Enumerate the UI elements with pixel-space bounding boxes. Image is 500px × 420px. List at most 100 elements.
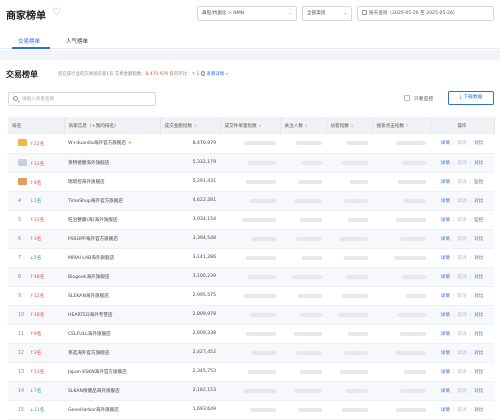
compare-or-monitor-link[interactable]: 监控 [474, 180, 483, 185]
category-select[interactable]: 鼻腔/抗菌化 > NMN ⌄ [197, 6, 297, 21]
compare-or-monitor-link[interactable]: 对比 [474, 332, 483, 337]
table-row[interactable]: 8 ↑48名 Biogeek海外旗舰店 3,100,239 详情 | 取消 | 对比 [8, 267, 494, 287]
cancel-link[interactable]: 取消 [457, 370, 466, 375]
shop-name[interactable]: 莱特德健海外旗舰店 [68, 161, 109, 166]
cancel-link[interactable]: 取消 [457, 161, 466, 166]
compare-or-monitor-link[interactable]: 对比 [474, 199, 483, 204]
compare-or-monitor-link[interactable]: 对比 [474, 294, 483, 299]
shop-name[interactable]: 旺治整康(海)海外旗舰店 [68, 218, 118, 223]
compare-or-monitor-link[interactable]: 对比 [474, 141, 483, 146]
cancel-link[interactable]: 取消 [457, 218, 466, 223]
shop-name-cell[interactable]: 瑞塔控海外旗舰店 [64, 172, 160, 192]
details-link[interactable]: 详情 [441, 256, 450, 261]
shop-name[interactable]: HEARTED海外专营店 [68, 313, 113, 318]
details-link[interactable]: 详情 [441, 237, 450, 242]
shop-name-cell[interactable]: SLEKAN海外旗舰店 [64, 286, 160, 306]
table-row[interactable]: ↑12名 莱特德健海外旗舰店 5,332,179 详情 | 取消 | 对比 [8, 153, 494, 173]
details-link[interactable]: 详情 [441, 332, 450, 337]
shop-name-cell[interactable]: TimeShop海外官方旗舰店 [64, 191, 160, 211]
table-row[interactable]: 5 ↑12名 旺治整康(海)海外旗舰店 3,934,154 详情 | 取消 | 监控 [8, 210, 494, 230]
details-link[interactable]: 详情 [441, 275, 450, 280]
date-range-select[interactable]: 按天查询（2025-05-26 至 2025-05-26） [357, 6, 494, 21]
shop-name[interactable]: SLEKAN海外旗舰店 [68, 294, 109, 299]
shop-name-cell[interactable]: SLKAN保健品海外旗舰店 [64, 381, 160, 401]
shop-search[interactable] [8, 92, 156, 106]
col-search-index[interactable]: 搜索点击指数 ⇅ [372, 117, 431, 134]
cancel-link[interactable]: 取消 [457, 313, 466, 318]
compare-or-monitor-link[interactable]: 对比 [474, 161, 483, 166]
shop-name[interactable]: TimeShop海外官方旗舰店 [68, 199, 123, 204]
cancel-link[interactable]: 取消 [457, 389, 466, 394]
heart-outline-icon[interactable]: ♡ [52, 7, 61, 18]
shop-name[interactable]: CELFULL海外旗舰店 [68, 332, 111, 337]
shop-name[interactable]: Japan KSKN海外官方旗舰店 [68, 370, 127, 375]
compare-or-monitor-link[interactable]: 对比 [474, 237, 483, 242]
shop-name[interactable]: W+duanita海外官方旗舰店 [68, 141, 126, 146]
shop-name-cell[interactable]: CELFULL海外旗舰店 [64, 324, 160, 344]
view-details-link[interactable]: 查看详情 » [207, 72, 229, 77]
shop-name-cell[interactable]: Japan KSKN海外官方旗舰店 [64, 362, 160, 382]
cancel-link[interactable]: 取消 [457, 351, 466, 356]
cancel-link[interactable]: 取消 [457, 256, 466, 261]
cancel-link[interactable]: 取消 [457, 294, 466, 299]
compare-or-monitor-link[interactable]: 对比 [474, 313, 483, 318]
cancel-link[interactable]: 取消 [457, 332, 466, 337]
shop-name[interactable]: MIRAI LAB海外旗舰店 [68, 256, 114, 261]
channel-select[interactable]: 全部渠道 ⌄ [302, 6, 352, 21]
shop-name-cell[interactable]: Biogeek海外旗舰店 [64, 267, 160, 287]
cancel-link[interactable]: 取消 [457, 408, 466, 413]
table-row[interactable]: ↑22名 W+duanita海外官方旗舰店 ★ 8,470,979 详情 | 取消 | 对比 [8, 134, 494, 154]
compare-or-monitor-link[interactable]: 对比 [474, 256, 483, 261]
details-link[interactable]: 详情 [441, 389, 450, 394]
shop-name[interactable]: Biogeek海外旗舰店 [68, 275, 109, 280]
download-button[interactable]: ⤓ 下载数据 [448, 91, 494, 105]
cancel-link[interactable]: 取消 [457, 180, 466, 185]
shop-name[interactable]: GeneHarbor海外旗舰店 [68, 408, 119, 413]
table-row[interactable]: 10 ↑18名 HEARTED海外专营店 2,809,978 详情 | 取消 | 对比 [8, 305, 494, 325]
tab-trade-ranking[interactable]: 交易榜单 [18, 37, 40, 45]
compare-or-monitor-link[interactable]: 监控 [474, 218, 483, 223]
shop-name-cell[interactable]: HEARTED海外专营店 [64, 305, 160, 325]
details-link[interactable]: 详情 [441, 408, 450, 413]
compare-or-monitor-link[interactable]: 对比 [474, 275, 483, 280]
table-row[interactable]: 7 ↓5名 MIRAI LAB海外旗舰店 3,141,286 详情 | 取消 | 对比 [8, 248, 494, 268]
col-visitor-index[interactable]: 访客指数 ⇅ [326, 117, 373, 134]
table-row[interactable]: ↑8名 瑞塔控海外旗舰店 5,291,431 详情 | 取消 | 监控 [8, 172, 494, 192]
search-input[interactable] [22, 95, 152, 104]
shop-name[interactable]: 莱选海外官方旗舰店 [68, 351, 109, 356]
shop-name[interactable]: SLKAN保健品海外旗舰店 [68, 389, 120, 394]
col-followers[interactable]: 关注人数 ⇅ [280, 117, 327, 134]
details-link[interactable]: 详情 [441, 180, 450, 185]
details-link[interactable]: 详情 [441, 218, 450, 223]
shop-name[interactable]: 瑞塔控海外旗舰店 [68, 180, 105, 185]
details-link[interactable]: 详情 [441, 199, 450, 204]
shop-name-cell[interactable]: 旺治整康(海)海外旗舰店 [64, 210, 160, 230]
details-link[interactable]: 详情 [441, 294, 450, 299]
shop-name-cell[interactable]: 莱特德健海外旗舰店 [64, 153, 160, 173]
details-link[interactable]: 详情 [441, 370, 450, 375]
cancel-link[interactable]: 取消 [457, 199, 466, 204]
compare-or-monitor-link[interactable]: 对比 [474, 408, 483, 413]
cancel-link[interactable]: 取消 [457, 141, 466, 146]
col-rank[interactable]: 排名 [8, 117, 65, 134]
col-avg-index[interactable]: 成交件单量指数 ⇅ [220, 117, 281, 134]
table-row[interactable]: 4 ↓1名 TimeShop海外官方旗舰店 4,622,281 详情 | 取消 | 对比 [8, 191, 494, 211]
compare-or-monitor-link[interactable]: 对比 [474, 370, 483, 375]
table-row[interactable]: 11 ↑9名 CELFULL海外旗舰店 2,609,338 详情 | 取消 | 对比 [8, 324, 494, 344]
col-trade-index[interactable]: 成交金额指数 ⇅ [160, 117, 221, 134]
shop-name[interactable]: PSSOPP海外官方旗舰店 [68, 237, 118, 242]
shop-name-cell[interactable]: GeneHarbor海外旗舰店 [64, 400, 160, 420]
cancel-link[interactable]: 取消 [457, 275, 466, 280]
compare-or-monitor-link[interactable]: 对比 [474, 351, 483, 356]
table-row[interactable]: 12 ↑3名 莱选海外官方旗舰店 2,427,452 详情 | 取消 | 对比 [8, 343, 494, 363]
table-row[interactable]: 6 ↑3名 PSSOPP海外官方旗舰店 3,394,548 详情 | 取消 | 对比 [8, 229, 494, 249]
cancel-link[interactable]: 取消 [457, 237, 466, 242]
details-link[interactable]: 详情 [441, 161, 450, 166]
help-icon[interactable]: ? [200, 71, 206, 76]
shop-name-cell[interactable]: 莱选海外官方旗舰店 [64, 343, 160, 363]
shop-name-cell[interactable]: MIRAI LAB海外旗舰店 [64, 248, 160, 268]
details-link[interactable]: 详情 [441, 141, 450, 146]
shop-name-cell[interactable]: W+duanita海外官方旗舰店 ★ [64, 134, 160, 154]
only-monitor-checkbox[interactable] [404, 95, 410, 101]
table-row[interactable]: 15 ↓11名 GeneHarbor海外旗舰店 1,693,649 详情 | 取消 | 对比 [8, 400, 494, 420]
